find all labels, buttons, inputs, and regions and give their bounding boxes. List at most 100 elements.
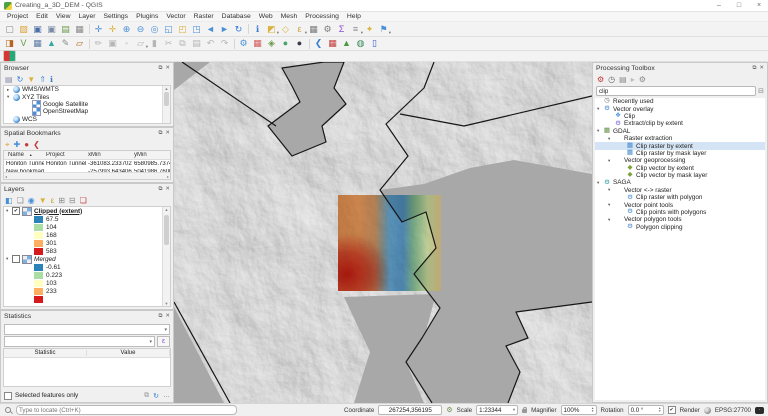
undo-icon[interactable]: ↶ bbox=[204, 38, 217, 50]
browser-tree-item[interactable]: ▾ XYZ Tiles bbox=[4, 93, 170, 100]
options-ellipsis-icon[interactable]: … bbox=[163, 392, 170, 400]
menu-item[interactable]: Mesh bbox=[277, 13, 302, 20]
zoom-full-icon[interactable]: ◱ bbox=[162, 23, 175, 35]
crs-icon[interactable] bbox=[704, 407, 711, 414]
menu-item[interactable]: Layer bbox=[74, 13, 99, 20]
filter-browser-icon[interactable]: ▼ bbox=[27, 75, 35, 84]
model-designer-icon[interactable]: ▤ bbox=[619, 75, 627, 84]
identify-features-icon[interactable]: ℹ bbox=[251, 23, 264, 35]
processing-tree-item[interactable]: ▾ Vector polygon tools bbox=[595, 216, 765, 223]
separator[interactable] bbox=[307, 38, 311, 50]
metasearch-icon[interactable]: ● bbox=[279, 38, 292, 50]
measure-icon[interactable]: ≡ bbox=[349, 23, 362, 35]
browser-tree-item[interactable]: ▸ WMS/WMTS bbox=[4, 86, 170, 93]
separator[interactable] bbox=[87, 23, 91, 35]
processing-tree-item[interactable]: Clip raster by extent bbox=[595, 142, 765, 149]
bookmark-row[interactable]: Honiton Tunnel Honiton Tunnel... -361083… bbox=[4, 160, 170, 168]
copy-features-icon[interactable]: ⧉ bbox=[176, 38, 189, 50]
vertex-tool-icon[interactable]: ▱ bbox=[134, 38, 147, 50]
menu-item[interactable]: Settings bbox=[100, 13, 133, 20]
float-panel-icon[interactable]: ⧉ bbox=[158, 186, 162, 193]
processing-tree-item[interactable]: Polygon clipping bbox=[595, 224, 765, 231]
expand-all-icon[interactable]: ⊞ bbox=[58, 196, 65, 205]
select-features-icon[interactable]: ◩ bbox=[265, 23, 278, 35]
zoom-to-layer-icon[interactable]: ◳ bbox=[190, 23, 203, 35]
processing-tree-item[interactable]: ▾ Vector geoprocessing bbox=[595, 157, 765, 164]
float-panel-icon[interactable]: ⧉ bbox=[158, 313, 162, 320]
processing-tree-item[interactable]: Clip raster by mask layer bbox=[595, 150, 765, 157]
browser-tree-item[interactable]: Google Satellite bbox=[4, 101, 170, 108]
save-project-icon[interactable]: ▣ bbox=[31, 23, 44, 35]
menu-item[interactable]: Plugins bbox=[132, 13, 162, 20]
redo-icon[interactable]: ↷ bbox=[218, 38, 231, 50]
menu-item[interactable]: Web bbox=[255, 13, 277, 20]
map-tips-icon[interactable]: ✦ bbox=[363, 23, 376, 35]
float-panel-icon[interactable]: ⧉ bbox=[752, 65, 756, 72]
paste-features-icon[interactable]: ▤ bbox=[190, 38, 203, 50]
bookmarks-table-header[interactable]: Name ▴ Project xMin yMin xMa bbox=[4, 151, 170, 160]
share-bookmarks-icon[interactable]: ❮ bbox=[33, 140, 40, 149]
bookmarks-hscrollbar[interactable]: ◂▸ bbox=[4, 172, 170, 179]
messages-icon[interactable]: · bbox=[755, 407, 764, 414]
menu-item[interactable]: Processing bbox=[301, 13, 343, 20]
processing-tree-item[interactable]: Extract/clip by extent bbox=[595, 120, 765, 127]
statistical-summary-icon[interactable]: Σ bbox=[335, 23, 348, 35]
processing-start-icon[interactable]: ⚙ bbox=[597, 75, 604, 84]
crs-code[interactable]: EPSG:27700 bbox=[715, 407, 751, 414]
layer-tree-item[interactable]: 301 bbox=[4, 239, 170, 247]
attribute-table-icon[interactable]: ▦ bbox=[307, 23, 320, 35]
browser-scrollbar[interactable]: ▲ bbox=[162, 86, 170, 123]
float-panel-icon[interactable]: ⧉ bbox=[158, 65, 162, 72]
manage-themes-icon[interactable]: ◉ bbox=[28, 196, 35, 205]
separator[interactable] bbox=[246, 23, 250, 35]
lock-scale-icon[interactable] bbox=[522, 409, 527, 413]
selected-features-checkbox[interactable] bbox=[4, 392, 12, 400]
toggle-editing-icon[interactable]: ✏ bbox=[92, 38, 105, 50]
processing-tree-item[interactable]: ▾ Raster extraction bbox=[595, 135, 765, 142]
options-wrench-icon[interactable]: ⚙ bbox=[639, 75, 646, 84]
cut-features-icon[interactable]: ✂ bbox=[162, 38, 175, 50]
zoom-next-icon[interactable]: ► bbox=[218, 23, 231, 35]
add-vector-layer-icon[interactable]: V bbox=[17, 38, 30, 50]
add-delimited-text-icon[interactable]: ✎ bbox=[59, 38, 72, 50]
globe-3d-icon[interactable]: ◍ bbox=[354, 38, 367, 50]
layer-tree-item[interactable]: 0.223 bbox=[4, 271, 170, 279]
zoom-in-icon[interactable]: ⊕ bbox=[120, 23, 133, 35]
processing-search-input[interactable] bbox=[596, 86, 756, 96]
float-panel-icon[interactable]: ⧉ bbox=[158, 130, 162, 137]
copy-statistics-icon[interactable]: ⧉ bbox=[144, 392, 149, 400]
delete-selected-icon[interactable]: ▮ bbox=[148, 38, 161, 50]
layer-tree-item[interactable]: 103 bbox=[4, 279, 170, 287]
layer-tree-item[interactable]: ▾ ✔ Clipped (extent) bbox=[4, 207, 170, 215]
select-by-expression-icon[interactable]: ε bbox=[293, 23, 306, 35]
menu-item[interactable]: Help bbox=[343, 13, 365, 20]
processing-tree-item[interactable]: Clip raster with polygon bbox=[595, 194, 765, 201]
layers-scrollbar[interactable]: ▲▼ bbox=[162, 207, 170, 306]
close-panel-icon[interactable]: ✕ bbox=[165, 130, 170, 137]
refresh-browser-icon[interactable]: ↻ bbox=[17, 75, 24, 84]
processing-tree-item[interactable]: ▾ SAGA bbox=[595, 179, 765, 186]
rotation-spinner[interactable]: 0.0 °▴▾ bbox=[628, 405, 664, 415]
coordinate-input[interactable] bbox=[378, 405, 442, 415]
menu-item[interactable]: Database bbox=[218, 13, 255, 20]
processing-tree-item[interactable]: ▾ GDAL bbox=[595, 128, 765, 135]
zoom-out-icon[interactable]: ⊖ bbox=[134, 23, 147, 35]
window-control-button[interactable]: □ bbox=[734, 2, 744, 9]
terrain-shading-icon[interactable]: ▲ bbox=[340, 38, 353, 50]
pan-map-icon[interactable]: ✛ bbox=[92, 23, 105, 35]
help-contents-icon[interactable]: ▯ bbox=[368, 38, 381, 50]
layer-tree-item[interactable]: 233 bbox=[4, 287, 170, 295]
raster-calculator-icon[interactable]: ▦ bbox=[251, 38, 264, 50]
browser-tree-item[interactable]: WFS bbox=[4, 123, 170, 124]
window-control-button[interactable]: – bbox=[714, 2, 724, 9]
refresh-map-icon[interactable]: ↻ bbox=[232, 23, 245, 35]
statistics-field-select[interactable]: ▾ bbox=[4, 336, 155, 347]
python-console-icon[interactable]: ❮ bbox=[312, 38, 325, 50]
processing-tree-item[interactable]: Clip vector by extent bbox=[595, 165, 765, 172]
processing-tree-item[interactable]: Recently used bbox=[595, 98, 765, 105]
menu-item[interactable]: Edit bbox=[32, 13, 52, 20]
collapse-all-icon[interactable]: ⊟ bbox=[69, 196, 76, 205]
statistics-layer-select[interactable]: ▾ bbox=[4, 324, 170, 335]
render-checkbox[interactable]: ✔ bbox=[668, 406, 676, 414]
add-mesh-layer-icon[interactable]: ▲ bbox=[45, 38, 58, 50]
